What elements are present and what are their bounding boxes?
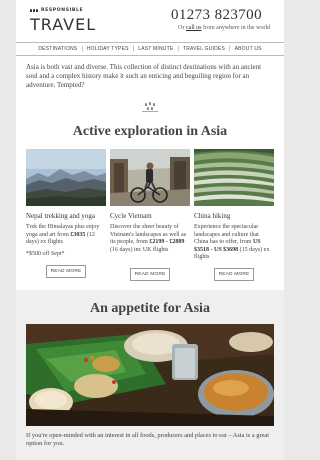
- china-rice-terraces-image[interactable]: [194, 149, 274, 206]
- card-title: China hiking: [194, 212, 231, 220]
- call-suffix: from anywhere in the world: [201, 25, 270, 31]
- call-us-link[interactable]: call us: [186, 25, 202, 31]
- logo-mark-icon: [30, 9, 39, 13]
- section-title-appetite: An appetite for Asia: [90, 301, 210, 316]
- responsible-travel-logo[interactable]: RESPONSIBLE TRAVEL: [30, 8, 110, 36]
- card-price: £3035: [70, 231, 86, 238]
- logo-main-text: TRAVEL: [30, 15, 97, 34]
- email-page: RESPONSIBLE TRAVEL 01273 823700 Or call …: [16, 0, 284, 460]
- main-nav: DESTINATIONS | HOLIDAY TYPES | LAST MINU…: [16, 42, 284, 56]
- read-more-button-nepal[interactable]: READ MORE: [46, 265, 86, 278]
- asian-food-spread-image[interactable]: [26, 324, 274, 426]
- card-description: Trek the Himalayas plus enjoy yoga and a…: [26, 224, 100, 246]
- card-price: £2199 - £2889: [149, 239, 185, 246]
- card-description: Discover the sheer beauty of Vietnam's l…: [110, 224, 187, 253]
- card-title: Cycle Vietnam: [110, 212, 152, 220]
- logo-top-text: RESPONSIBLE: [41, 8, 84, 13]
- nav-destinations[interactable]: DESTINATIONS: [34, 46, 81, 52]
- call-prefix: Or: [178, 25, 187, 31]
- appetite-paragraph: If you're open-minded with an interest i…: [26, 432, 270, 448]
- card-description: Experience the spectacular landscapes an…: [194, 224, 270, 261]
- section-title-active-exploration: Active exploration in Asia: [72, 124, 228, 139]
- read-more-button-vietnam[interactable]: READ MORE: [130, 268, 170, 281]
- nav-about-us[interactable]: ABOUT US: [231, 46, 266, 52]
- card-vietnam: Cycle Vietnam Discover the sheer beauty …: [110, 149, 190, 254]
- call-us-line: Or call us from anywhere in the world: [178, 25, 270, 31]
- read-more-button-china[interactable]: READ MORE: [214, 268, 254, 281]
- header: RESPONSIBLE TRAVEL 01273 823700 Or call …: [16, 0, 284, 40]
- nav-travel-guides[interactable]: TRAVEL GUIDES: [179, 46, 229, 52]
- nav-last-minute[interactable]: LAST MINUTE: [134, 46, 177, 52]
- nav-holiday-types[interactable]: HOLIDAY TYPES: [83, 46, 133, 52]
- intro-paragraph: Asia is both vast and diverse. This coll…: [26, 63, 262, 89]
- card-offer-note: *$500 off Sept*: [26, 250, 65, 257]
- divider-ornament-icon: [142, 102, 158, 112]
- card-nepal: Nepal trekking and yoga Trek the Himalay…: [26, 149, 106, 257]
- card-title: Nepal trekking and yoga: [26, 212, 96, 220]
- vietnam-cycling-image[interactable]: [110, 149, 190, 206]
- nepal-mountains-image[interactable]: [26, 149, 106, 206]
- card-china: China hiking Experience the spectacular …: [194, 149, 274, 262]
- phone-number[interactable]: 01273 823700: [171, 7, 262, 24]
